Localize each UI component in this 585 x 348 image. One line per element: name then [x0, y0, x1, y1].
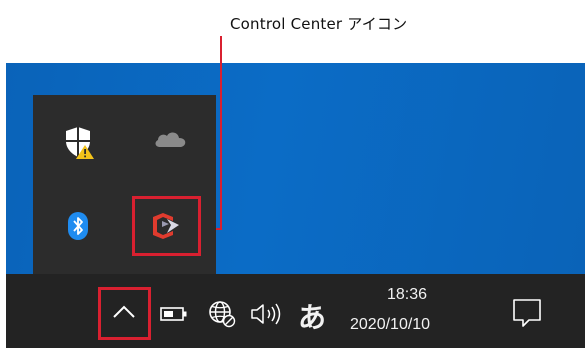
taskbar [6, 274, 585, 348]
speaker-volume-icon[interactable] [250, 303, 284, 325]
network-globe-icon[interactable] [208, 300, 236, 328]
clock-date[interactable]: 2020/10/10 [350, 316, 430, 334]
onedrive-icon[interactable] [152, 128, 188, 150]
battery-icon[interactable] [160, 306, 188, 322]
ime-mode-indicator[interactable]: あ [298, 296, 326, 336]
action-center-notification-icon[interactable] [510, 296, 544, 330]
callout-leader-vertical [220, 36, 222, 230]
callout-label: Control Center アイコン [230, 15, 408, 33]
clock-time[interactable]: 18:36 [387, 286, 427, 304]
show-hidden-icons-chevron-icon[interactable] [112, 305, 136, 319]
control-center-icon[interactable] [149, 211, 183, 241]
bluetooth-icon[interactable] [67, 212, 89, 240]
windows-security-warning-icon[interactable] [62, 125, 98, 161]
